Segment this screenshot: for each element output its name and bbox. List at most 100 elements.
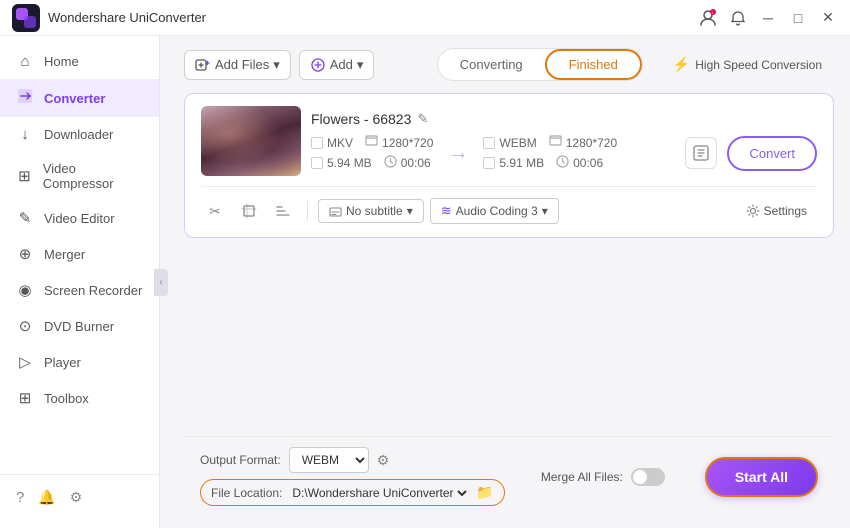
lightning-icon: ⚡ xyxy=(673,56,690,73)
maximize-button[interactable]: □ xyxy=(788,8,808,28)
toolbar: Add Files ▾ Add ▾ Converting Finished ⚡ … xyxy=(184,48,834,81)
add-files-button[interactable]: Add Files ▾ xyxy=(184,50,291,80)
sidebar-item-label: Downloader xyxy=(44,127,113,142)
add-icon xyxy=(310,57,326,73)
sidebar-item-label: Video Compressor xyxy=(43,161,143,191)
help-icon[interactable]: ? xyxy=(16,489,24,506)
file-source: MKV 1280*720 5.94 MB xyxy=(311,135,433,171)
output-format-section: Output Format: WEBM MP4 MKV AVI ⚙ File L… xyxy=(200,447,505,506)
format-settings-icon[interactable]: ⚙ xyxy=(377,452,390,469)
target-size-checkbox xyxy=(483,157,495,169)
file-location-label: File Location: xyxy=(211,486,282,500)
audio-dropdown[interactable]: ≋ Audio Coding 3 ▾ xyxy=(430,198,559,224)
file-meta-row: MKV 1280*720 5.94 MB xyxy=(311,135,817,171)
sidebar-item-label: Screen Recorder xyxy=(44,283,142,298)
source-format-row: MKV 1280*720 xyxy=(311,135,433,151)
player-icon: ▷ xyxy=(16,353,34,371)
cut-icon[interactable]: ✂ xyxy=(201,197,229,225)
toolbar-divider xyxy=(307,201,308,221)
target-size: 5.91 MB xyxy=(499,156,544,170)
source-size: 5.94 MB xyxy=(327,156,372,170)
close-button[interactable]: ✕ xyxy=(818,8,838,28)
sidebar-item-home[interactable]: ⌂ Home xyxy=(0,44,159,79)
settings-button[interactable]: Settings xyxy=(736,200,817,222)
source-size-checkbox xyxy=(311,157,323,169)
sidebar-item-merger[interactable]: ⊕ Merger xyxy=(0,236,159,272)
subtitle-chevron-icon: ▾ xyxy=(407,204,413,218)
edit-icon[interactable]: ✎ xyxy=(417,111,428,127)
source-resolution: 1280*720 xyxy=(382,136,433,150)
bell-icon[interactable] xyxy=(728,8,748,28)
sidebar: ⌂ Home Converter ↓ Downloader ⊞ Video Co… xyxy=(0,36,160,528)
main-layout: ⌂ Home Converter ↓ Downloader ⊞ Video Co… xyxy=(0,36,850,528)
home-icon: ⌂ xyxy=(16,53,34,70)
tab-converting[interactable]: Converting xyxy=(438,49,545,80)
file-location-row[interactable]: File Location: D:\Wondershare UniConvert… xyxy=(200,479,505,506)
sidebar-item-label: Toolbox xyxy=(44,391,89,406)
sidebar-item-label: Merger xyxy=(44,247,85,262)
target-format-checkbox xyxy=(483,137,495,149)
folder-icon[interactable]: 📁 xyxy=(476,484,493,501)
audio-chevron-icon: ▾ xyxy=(542,204,548,218)
sidebar-item-video-compressor[interactable]: ⊞ Video Compressor xyxy=(0,152,159,200)
app-title: Wondershare UniConverter xyxy=(48,10,698,25)
start-all-button[interactable]: Start All xyxy=(705,457,818,497)
sidebar-item-downloader[interactable]: ↓ Downloader xyxy=(0,117,159,152)
file-settings-icon[interactable] xyxy=(685,137,717,169)
notifications-icon[interactable]: 🔔 xyxy=(38,489,55,506)
target-resolution-icon xyxy=(549,135,562,151)
target-size-row: 5.91 MB 00:06 xyxy=(483,155,617,171)
crop-icon[interactable] xyxy=(235,197,263,225)
settings-icon[interactable]: ⚙ xyxy=(70,489,83,506)
add-button[interactable]: Add ▾ xyxy=(299,50,375,80)
output-format-row: Output Format: WEBM MP4 MKV AVI ⚙ xyxy=(200,447,505,473)
audio-label: Audio Coding 3 xyxy=(456,204,538,218)
high-speed-button[interactable]: ⚡ High Speed Conversion xyxy=(661,50,834,79)
dvd-icon: ⊙ xyxy=(16,317,34,335)
target-duration: 00:06 xyxy=(573,156,603,170)
file-target: WEBM 1280*720 5.91 MB xyxy=(483,135,617,171)
recorder-icon: ◉ xyxy=(16,281,34,299)
sidebar-item-player[interactable]: ▷ Player xyxy=(0,344,159,380)
sidebar-item-label: Converter xyxy=(44,91,105,106)
sidebar-item-label: DVD Burner xyxy=(44,319,114,334)
target-resolution: 1280*720 xyxy=(566,136,617,150)
target-format: WEBM xyxy=(499,136,536,150)
sidebar-collapse-handle[interactable]: ‹ xyxy=(154,269,168,296)
subtitle-dropdown[interactable]: No subtitle ▾ xyxy=(318,199,424,223)
merge-toggle[interactable] xyxy=(631,468,665,486)
file-name: Flowers - 66823 xyxy=(311,111,411,127)
app-logo xyxy=(12,4,40,32)
effects-icon[interactable] xyxy=(269,197,297,225)
file-location-select[interactable]: D:\Wondershare UniConverter xyxy=(288,485,470,501)
sidebar-item-toolbox[interactable]: ⊞ Toolbox xyxy=(0,380,159,416)
file-card: Flowers - 66823 ✎ MKV 1 xyxy=(184,93,834,238)
settings-gear-icon xyxy=(746,204,760,218)
source-format-checkbox xyxy=(311,137,323,149)
settings-label: Settings xyxy=(764,204,807,218)
merge-label: Merge All Files: xyxy=(541,470,623,484)
subtitle-icon xyxy=(329,205,342,218)
output-format-select[interactable]: WEBM MP4 MKV AVI xyxy=(289,447,369,473)
toggle-knob xyxy=(633,470,647,484)
source-resolution-icon xyxy=(365,135,378,151)
sidebar-item-dvd-burner[interactable]: ⊙ DVD Burner xyxy=(0,308,159,344)
file-thumbnail xyxy=(201,106,301,176)
merge-row: Merge All Files: xyxy=(541,468,665,486)
file-toolbar: ✂ No xyxy=(201,186,817,225)
editor-icon: ✎ xyxy=(16,209,34,227)
tab-finished[interactable]: Finished xyxy=(545,49,642,80)
sidebar-item-converter[interactable]: Converter xyxy=(0,79,159,117)
title-bar: Wondershare UniConverter ! ─ □ ✕ xyxy=(0,0,850,36)
sidebar-item-screen-recorder[interactable]: ◉ Screen Recorder xyxy=(0,272,159,308)
target-duration-icon xyxy=(556,155,569,171)
minimize-button[interactable]: ─ xyxy=(758,8,778,28)
source-size-row: 5.94 MB 00:06 xyxy=(311,155,433,171)
file-name-row: Flowers - 66823 ✎ xyxy=(311,111,817,127)
file-actions: Convert xyxy=(685,136,817,171)
sidebar-item-label: Home xyxy=(44,54,79,69)
sidebar-item-video-editor[interactable]: ✎ Video Editor xyxy=(0,200,159,236)
user-icon[interactable]: ! xyxy=(698,8,718,28)
convert-button[interactable]: Convert xyxy=(727,136,817,171)
compressor-icon: ⊞ xyxy=(16,167,33,185)
